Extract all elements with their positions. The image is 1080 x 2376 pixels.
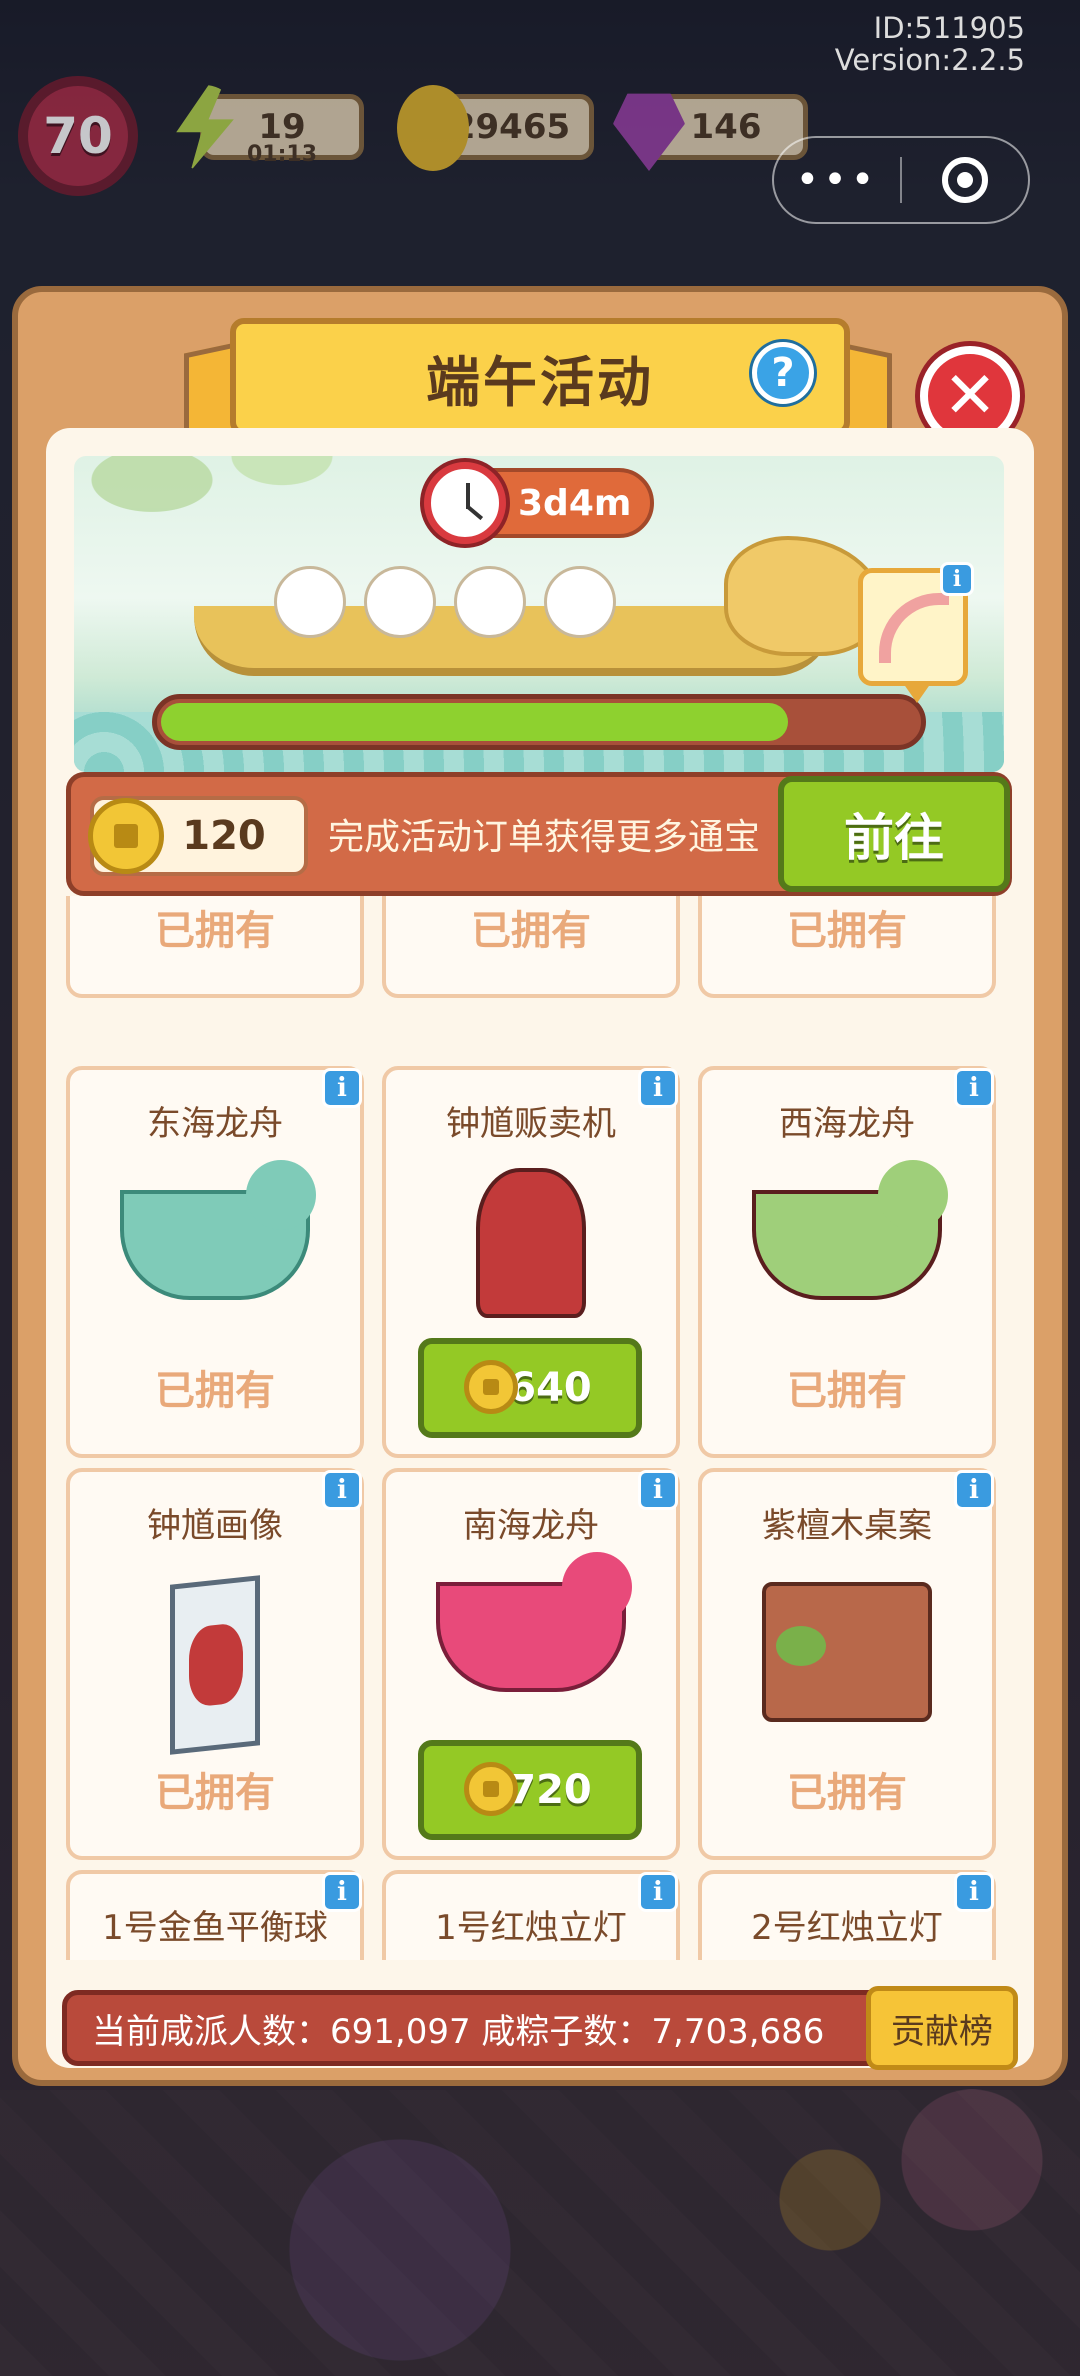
item-card-goldfish-ball[interactable]: 1号金鱼平衡球 i [66, 1870, 364, 1960]
owned-label: 已拥有 [471, 908, 591, 954]
go-button[interactable]: 前往 [778, 776, 1010, 892]
info-icon[interactable]: i [954, 1470, 994, 1510]
info-icon[interactable]: i [638, 1872, 678, 1912]
table-icon [762, 1582, 932, 1722]
energy-value: 19 [258, 107, 306, 147]
item-card-xihai-dragon-boat[interactable]: 西海龙舟 已拥有 i [698, 1066, 996, 1458]
price: 640 [508, 1365, 592, 1411]
owned-label: 已拥有 [155, 1368, 275, 1414]
tongbao-coin-icon [88, 798, 164, 874]
item-name: 2号红烛立灯 [751, 1908, 943, 1948]
item-card-zhongkui-vending[interactable]: 钟馗贩卖机 640 i [382, 1066, 680, 1458]
buy-button[interactable]: 640 [418, 1338, 642, 1438]
owned-label: 已拥有 [787, 1368, 907, 1414]
gold-coin-icon [397, 85, 469, 171]
info-icon[interactable]: i [954, 1872, 994, 1912]
contribution-rank-button[interactable]: 贡献榜 [866, 1986, 1018, 2070]
coin-icon [464, 1360, 518, 1414]
item-card-zhongkui-portrait[interactable]: 钟馗画像 已拥有 i [66, 1468, 364, 1860]
help-icon[interactable]: ? [752, 342, 814, 404]
item-card[interactable]: 已拥有 [66, 896, 364, 998]
item-name: 紫檀木桌案 [762, 1506, 932, 1546]
item-name: 南海龙舟 [463, 1506, 599, 1546]
progress-fill [161, 703, 788, 741]
info-icon[interactable]: i [322, 1872, 362, 1912]
item-card-red-candle-lamp-1[interactable]: 1号红烛立灯 i [382, 1870, 680, 1960]
coin-value: 29465 [451, 107, 571, 147]
item-card-red-candle-lamp-2[interactable]: 2号红烛立灯 i [698, 1870, 996, 1960]
energy-counter[interactable]: 19 01:13 [176, 85, 364, 171]
owned-label: 已拥有 [155, 908, 275, 954]
owned-label: 已拥有 [155, 1770, 275, 1816]
owned-label: 已拥有 [787, 908, 907, 954]
item-card-donghai-dragon-boat[interactable]: 东海龙舟 已拥有 i [66, 1066, 364, 1458]
gem-value: 146 [690, 107, 762, 147]
item-card[interactable]: 已拥有 [698, 896, 996, 998]
bridge-reward-icon [879, 593, 949, 663]
item-name: 东海龙舟 [147, 1104, 283, 1144]
dragon-boat-icon [752, 1160, 948, 1300]
miniprogram-capsule: ••• [772, 136, 1030, 224]
dragon-boat-icon [436, 1552, 632, 1692]
item-name: 钟馗画像 [147, 1506, 283, 1546]
dumpling-rower [364, 566, 436, 638]
owned-label: 已拥有 [787, 1770, 907, 1816]
reward-info-icon[interactable]: i [940, 562, 974, 596]
id-version-label: ID:511905 Version:2.2.5 [834, 11, 1025, 77]
energy-timer: 01:13 [246, 142, 318, 167]
currency-hint: 完成活动订单获得更多通宝 [328, 817, 761, 858]
coin-icon [464, 1762, 518, 1816]
exit-miniprogram-button[interactable] [902, 157, 1028, 203]
coin-counter[interactable]: 29465 [397, 85, 594, 171]
more-menu-button[interactable]: ••• [774, 157, 900, 203]
item-card-nanhai-dragon-boat[interactable]: 南海龙舟 720 i [382, 1468, 680, 1860]
dumpling-rower [544, 566, 616, 638]
player-level-badge[interactable]: 70 [18, 76, 138, 196]
buy-button[interactable]: 720 [418, 1740, 642, 1840]
item-name: 钟馗贩卖机 [446, 1104, 616, 1144]
item-grid[interactable]: 已拥有 已拥有 已拥有 东海龙舟 已拥有 i 钟馗贩卖机 640 i 西海龙舟 … [66, 896, 1012, 1960]
info-icon[interactable]: i [322, 1470, 362, 1510]
dragon-boat-icon [120, 1160, 316, 1300]
info-icon[interactable]: i [322, 1068, 362, 1108]
price: 720 [508, 1767, 592, 1813]
item-card[interactable]: 已拥有 [382, 896, 680, 998]
info-icon[interactable]: i [954, 1068, 994, 1108]
item-name: 1号红烛立灯 [435, 1908, 627, 1948]
event-progress-bar [152, 694, 926, 750]
info-icon[interactable]: i [638, 1470, 678, 1510]
leaves-decoration [74, 456, 334, 576]
portrait-icon [170, 1575, 260, 1755]
target-icon [941, 157, 988, 203]
item-name: 1号金鱼平衡球 [102, 1908, 328, 1948]
vending-machine-icon [476, 1168, 586, 1318]
dialog-title: 端午活动 [426, 350, 654, 414]
item-card-rosewood-table[interactable]: 紫檀木桌案 已拥有 i [698, 1468, 996, 1860]
info-icon[interactable]: i [638, 1068, 678, 1108]
clock-icon [424, 462, 506, 544]
stats-text: 当前咸派人数：691,097 咸粽子数：7,703,686 [92, 2012, 825, 2052]
item-name: 西海龙舟 [779, 1104, 915, 1144]
dumpling-rower [454, 566, 526, 638]
dumpling-rower [274, 566, 346, 638]
